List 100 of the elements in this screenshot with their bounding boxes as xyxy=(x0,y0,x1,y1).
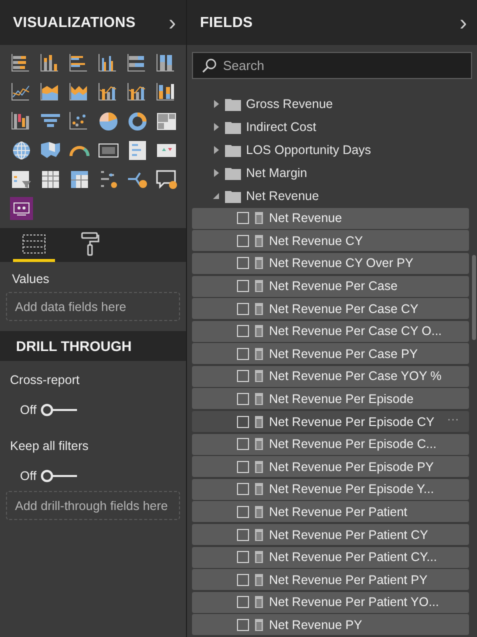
field-row[interactable]: Net Revenue Per Case CY xyxy=(192,298,469,320)
search-field[interactable]: Search xyxy=(192,52,472,79)
expand-arrow[interactable]: › xyxy=(460,12,467,34)
calculator-icon xyxy=(254,370,264,382)
toggle-value: Off xyxy=(20,403,36,417)
calculator-icon xyxy=(254,302,264,315)
field-row[interactable]: Net Revenue Per Patient PY xyxy=(192,569,469,590)
folder-icon xyxy=(225,166,241,180)
pane-title: FIELDS xyxy=(200,14,253,30)
field-row[interactable]: Net Revenue Per Episode PY xyxy=(192,456,469,478)
folder-name[interactable]: Gross Revenue xyxy=(246,97,333,112)
treemap-icon[interactable] xyxy=(155,110,178,133)
checkbox[interactable] xyxy=(237,483,249,496)
scrollbar[interactable] xyxy=(472,255,476,340)
toggle-switch[interactable] xyxy=(40,403,78,417)
more-options-button[interactable]: ··· xyxy=(447,412,459,426)
checkbox[interactable] xyxy=(237,460,249,473)
checkbox[interactable] xyxy=(237,528,249,541)
checkbox[interactable] xyxy=(237,370,249,382)
calculator-icon xyxy=(254,325,264,338)
collapse-caret-icon[interactable] xyxy=(213,192,220,200)
checkbox[interactable] xyxy=(237,392,249,405)
field-name: Net Revenue Per Patient YO... xyxy=(269,595,440,610)
field-row[interactable]: Net Revenue PY xyxy=(192,614,469,636)
field-name: Net Revenue Per Episode CY xyxy=(269,414,434,429)
expand-caret-icon[interactable] xyxy=(213,100,220,108)
field-row[interactable]: Net Revenue Per Case YOY % xyxy=(192,366,469,387)
toggle-switch[interactable] xyxy=(40,469,78,483)
table-icon[interactable] xyxy=(39,168,62,191)
expand-caret-icon[interactable] xyxy=(213,123,220,132)
checkbox[interactable] xyxy=(237,234,249,247)
pie-chart-icon[interactable] xyxy=(97,110,120,133)
checkbox[interactable] xyxy=(237,212,249,224)
field-name: Net Revenue Per Case YOY % xyxy=(269,369,442,384)
checkbox[interactable] xyxy=(237,596,249,608)
calculator-icon xyxy=(254,234,264,247)
field-name: Net Revenue Per Episode xyxy=(269,392,414,406)
calculator-icon xyxy=(254,574,264,586)
calculator-icon xyxy=(254,280,264,292)
field-row[interactable]: Net Revenue Per Case xyxy=(192,276,469,296)
field-name: Net Revenue xyxy=(269,211,342,226)
field-name: Net Revenue Per Case CY O... xyxy=(269,324,442,338)
drop-well[interactable]: Add data fields here xyxy=(6,292,180,321)
checkbox[interactable] xyxy=(237,416,249,428)
speech-bubble-icon[interactable] xyxy=(155,168,178,191)
field-row[interactable]: Net Revenue Per Patient CY... xyxy=(192,546,469,568)
field-row[interactable]: Net Revenue xyxy=(192,208,469,229)
expand-caret-icon[interactable] xyxy=(213,169,220,178)
field-row[interactable]: Net Revenue Per Patient YO... xyxy=(192,592,469,613)
checkbox[interactable] xyxy=(237,325,249,338)
toggle-value: Off xyxy=(20,469,36,483)
field-row[interactable]: Net Revenue Per Case PY xyxy=(192,343,469,364)
field-row[interactable]: Net Revenue Per Case CY O... xyxy=(192,320,469,342)
calculator-icon xyxy=(254,416,264,428)
field-row[interactable]: Net Revenue CY Over PY xyxy=(192,252,469,274)
pane-title: VISUALIZATIONS xyxy=(13,14,136,30)
field-name: Net Revenue Per Patient PY xyxy=(269,572,428,587)
folder-icon xyxy=(225,190,241,203)
field-row[interactable]: Net Revenue Per Episode xyxy=(192,388,469,410)
slicer-icon[interactable] xyxy=(10,168,33,191)
folder-name[interactable]: Indirect Cost xyxy=(246,120,316,134)
drop-well[interactable]: Add drill-through fields here xyxy=(6,491,180,520)
checkbox[interactable] xyxy=(237,302,249,315)
field-row[interactable]: Net Revenue Per Patient CY xyxy=(192,524,469,546)
expand-caret-icon[interactable] xyxy=(213,146,220,154)
calculator-icon xyxy=(254,528,264,541)
list-card-icon[interactable] xyxy=(126,139,149,162)
checkbox[interactable] xyxy=(237,618,249,631)
toggle-label: Keep all filters xyxy=(10,439,89,453)
calculator-icon xyxy=(254,551,264,564)
search-input[interactable]: Search xyxy=(223,58,423,73)
checkbox[interactable] xyxy=(237,574,249,586)
paint-roller-icon xyxy=(80,232,100,256)
field-row[interactable]: Net Revenue Per Episode CY ··· xyxy=(192,411,469,432)
donut-chart-icon[interactable] xyxy=(126,110,149,133)
checkbox[interactable] xyxy=(237,348,249,360)
checkbox[interactable] xyxy=(237,506,249,518)
calculator-icon xyxy=(254,392,264,405)
folder-name[interactable]: LOS Opportunity Days xyxy=(246,143,372,158)
checkbox[interactable] xyxy=(237,551,249,564)
checkbox[interactable] xyxy=(237,257,249,270)
field-name: Net Revenue Per Episode PY xyxy=(269,460,434,474)
folder-name[interactable]: Net Revenue xyxy=(246,189,319,204)
checkbox[interactable] xyxy=(237,438,249,450)
field-row[interactable]: Net Revenue CY xyxy=(192,230,469,252)
expand-arrow[interactable]: › xyxy=(168,12,176,34)
checkbox[interactable] xyxy=(237,280,249,292)
matrix-icon[interactable] xyxy=(68,168,91,191)
field-name: Net Revenue Per Patient CY xyxy=(269,528,428,542)
calculator-icon xyxy=(254,618,264,631)
field-name: Net Revenue Per Episode Y... xyxy=(269,482,434,496)
calculator-icon xyxy=(254,460,264,473)
field-row[interactable]: Net Revenue Per Episode Y... xyxy=(192,478,469,500)
folder-name[interactable]: Net Margin xyxy=(246,166,308,180)
field-row[interactable]: Net Revenue Per Episode C... xyxy=(192,434,469,455)
section-header: DRILL THROUGH xyxy=(0,331,186,361)
field-row[interactable]: Net Revenue Per Patient xyxy=(192,501,469,522)
folder-icon xyxy=(225,144,241,157)
globe-icon[interactable] xyxy=(10,139,33,162)
fields-icon xyxy=(22,232,46,254)
